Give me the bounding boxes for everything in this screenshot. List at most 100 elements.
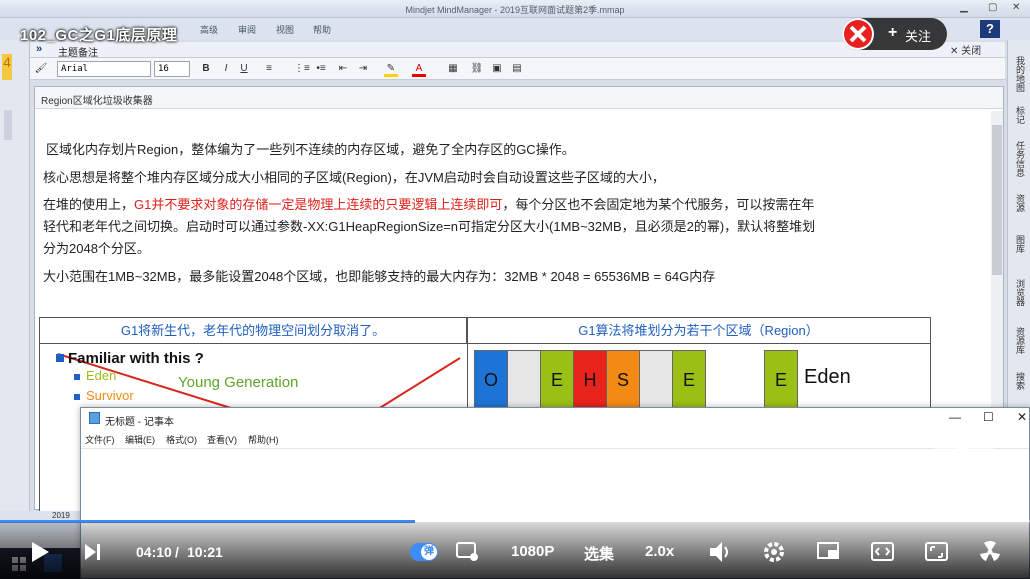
font-color-icon[interactable]: A	[412, 61, 426, 77]
notepad-title-bar: 无标题 - 记事本 — ☐ ✕	[81, 408, 1029, 430]
notepad-maximize-icon[interactable]: ☐	[983, 410, 994, 424]
tab-my-maps[interactable]: 我的地图	[1011, 52, 1027, 96]
young-generation-label: Young Generation	[178, 374, 299, 391]
notepad-title: 无标题 - 记事本	[105, 417, 174, 428]
familiar-question: Familiar with this ?	[68, 350, 204, 367]
underline-button[interactable]: U	[238, 61, 250, 77]
menu-item-advanced[interactable]: 高级	[200, 23, 218, 36]
speed-button[interactable]: 2.0x	[645, 543, 674, 560]
notepad-icon	[89, 412, 100, 424]
region-cell: E	[540, 350, 574, 408]
object-icon[interactable]: ▤	[510, 61, 524, 77]
maximize-icon[interactable]: ▢	[988, 2, 997, 13]
notepad-menu-format[interactable]: 格式(O)	[166, 433, 197, 446]
close-icon[interactable]: ✕	[1012, 2, 1020, 13]
minimize-icon[interactable]: ▁	[960, 2, 968, 13]
legend-eden-swatch: E	[764, 350, 798, 408]
note-p3-start: 在堆的使用上，	[43, 197, 135, 212]
tab-library[interactable]: 图库	[1011, 224, 1027, 264]
uploader-avatar[interactable]	[842, 18, 874, 50]
bold-button[interactable]: B	[200, 61, 212, 77]
menu-item-review[interactable]: 审阅	[238, 23, 256, 36]
note-p3-end: ，每个分区也不会固定地为某个代服务，可以按需在年	[502, 197, 815, 212]
tab-browser[interactable]: 浏览器	[1011, 270, 1027, 314]
video-title: 102_GC之G1底层原理	[20, 27, 178, 44]
notepad-minimize-icon[interactable]: —	[949, 410, 961, 424]
tab-markers[interactable]: 标记	[1011, 100, 1027, 130]
settings-gear-icon[interactable]	[763, 541, 785, 563]
menu-item-view[interactable]: 视图	[276, 23, 294, 36]
link-icon[interactable]: ⛓	[470, 61, 484, 77]
map-tab-label[interactable]: 2019	[52, 511, 70, 520]
danmaku-toggle[interactable]: 弹	[410, 543, 438, 561]
fullscreen-icon[interactable]	[925, 542, 949, 562]
note-paragraph-1: 区域化内存划片Region，整体编为了一些列不连续的内存区域，避免了全内存区的G…	[46, 142, 575, 157]
notepad-menu-help[interactable]: 帮助(H)	[248, 433, 279, 446]
time-current: 04:10	[136, 544, 172, 560]
tab-resources[interactable]: 资源	[1011, 188, 1027, 218]
bullet-eden-icon	[74, 374, 80, 380]
font-name-select[interactable]: Arial	[57, 61, 151, 77]
note-scroll-thumb[interactable]	[992, 125, 1002, 275]
eden-label: Eden	[86, 368, 117, 383]
tab-resource-library[interactable]: 资源库	[1011, 320, 1027, 360]
volume-icon[interactable]	[709, 541, 733, 563]
notepad-close-icon[interactable]: ✕	[1017, 410, 1027, 424]
help-icon[interactable]: ?	[980, 20, 1000, 38]
format-painter-icon[interactable]: 🖌	[34, 61, 48, 77]
note-p3-highlight: G1并不要求对象的存储一定是物理上连续的只要逻辑上连续即可	[134, 197, 503, 212]
follow-button[interactable]: + 关注	[842, 18, 947, 50]
app-title-bar: Mindjet MindManager - 2019互联网面试题第2季.mmap…	[0, 0, 1030, 18]
region-cell: E	[672, 350, 706, 408]
region-cell	[507, 350, 541, 408]
indent-icon[interactable]: ⇥	[356, 61, 370, 77]
region-cell: H	[573, 350, 607, 408]
bullet-square-icon	[56, 354, 64, 362]
table-right-header: G1算法将堆划分为若干个区域（Region）	[467, 318, 930, 344]
italic-button[interactable]: I	[220, 61, 232, 77]
center-play-icon[interactable]	[934, 430, 994, 478]
outdent-icon[interactable]: ⇤	[336, 61, 350, 77]
align-icon[interactable]: ≡	[262, 61, 276, 77]
note-topic-title: Region区域化垃圾收集器	[35, 87, 1003, 109]
notepad-menubar: 文件(F) 编辑(E) 格式(O) 查看(V) 帮助(H)	[81, 430, 1029, 448]
app-window-title: Mindjet MindManager - 2019互联网面试题第2季.mmap	[405, 5, 625, 15]
radiation-icon[interactable]	[978, 540, 1002, 564]
widescreen-icon[interactable]	[871, 542, 895, 562]
notepad-menu-file[interactable]: 文件(F)	[85, 433, 115, 446]
table-icon[interactable]: ▦	[446, 61, 460, 77]
note-paragraph-5: 分为2048个分区。	[43, 241, 150, 256]
menu-item-help[interactable]: 帮助	[313, 23, 331, 36]
picture-in-picture-icon[interactable]	[817, 542, 841, 562]
highlight-icon[interactable]: ✎	[384, 61, 398, 77]
tab-task-info[interactable]: 任务信息	[1011, 136, 1027, 182]
left-panel-number: 4	[2, 54, 12, 80]
bullet-list-icon[interactable]: •≡	[314, 61, 328, 77]
note-header-title: 主题备注	[58, 48, 98, 59]
note-paragraph-4: 轻代和老年代之间切换。启动时可以通过参数-XX:G1HeapRegionSize…	[43, 219, 816, 234]
notepad-menu-edit[interactable]: 编辑(E)	[125, 433, 155, 446]
image-icon[interactable]: ▣	[490, 61, 504, 77]
video-controls: 04:10 / 10:21 弹 1080P 选集 2.0x	[0, 522, 1030, 579]
region-cell: O	[474, 350, 508, 408]
close-note-label: 关闭	[961, 46, 982, 57]
next-icon[interactable]	[84, 544, 102, 560]
close-note-button[interactable]: ✕ 关闭	[950, 42, 981, 57]
note-paragraph-6: 大小范围在1MB~32MB，最多能设置2048个区域，也即能够支持的最大内存为：…	[43, 269, 716, 284]
notepad-menu-view[interactable]: 查看(V)	[207, 433, 237, 446]
numbered-list-icon[interactable]: ⋮≡	[294, 61, 310, 77]
time-total: 10:21	[187, 544, 223, 560]
bullet-survivor-icon	[74, 394, 80, 400]
tab-search[interactable]: 搜索	[1011, 366, 1027, 396]
plus-icon: +	[888, 24, 898, 41]
region-cell: S	[606, 350, 640, 408]
play-icon[interactable]	[30, 542, 50, 562]
region-cell	[639, 350, 673, 408]
note-paragraph-3: 在堆的使用上，G1并不要求对象的存储一定是物理上连续的只要逻辑上连续即可，每个分…	[43, 194, 983, 216]
left-scroll-thumb[interactable]	[4, 110, 12, 140]
danmaku-settings-icon[interactable]	[456, 542, 480, 562]
close-x-icon: ✕	[950, 46, 962, 57]
quality-button[interactable]: 1080P	[511, 543, 554, 560]
font-size-select[interactable]: 16	[154, 61, 190, 77]
episodes-button[interactable]: 选集	[584, 543, 614, 564]
